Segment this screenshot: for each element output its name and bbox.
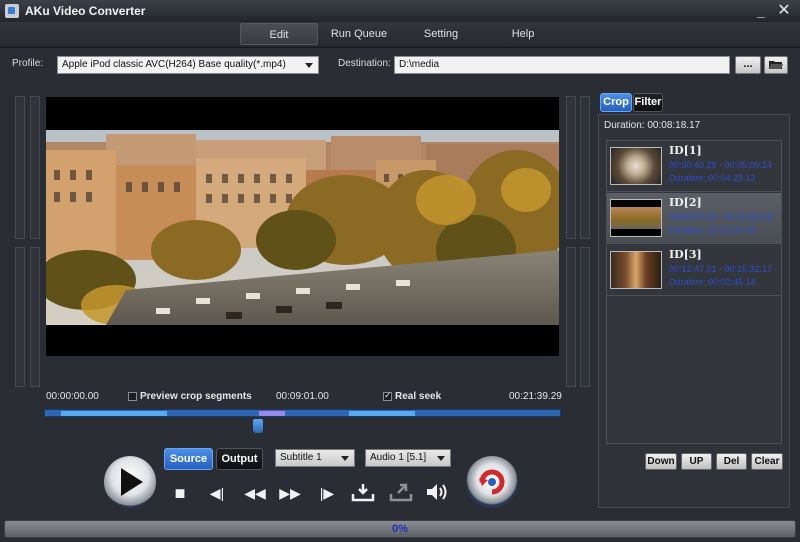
segment-item-2[interactable]: ID[2] 00:09:01.00 - 00:10:05.18 Duration… <box>607 193 781 244</box>
browse-button[interactable]: ... <box>735 56 761 74</box>
video-preview[interactable] <box>46 97 559 356</box>
progress-percent: 0% <box>392 523 408 535</box>
segment-thumbnail <box>610 251 662 289</box>
up-button[interactable]: UP <box>681 453 712 470</box>
convert-icon <box>479 469 505 495</box>
menu-bar: Edit Run Queue Setting Help <box>0 22 800 48</box>
segment-item-1[interactable]: ID[1] 00:00:40.29 - 00:05:09.14 Duration… <box>607 141 781 192</box>
segment-range: 00:00:40.29 - 00:05:09.14 <box>669 160 773 170</box>
app-window: AKu Video Converter _ ✕ Edit Run Queue S… <box>0 0 800 542</box>
preview-crop-label: Preview crop segments <box>140 391 252 402</box>
subtitle-select[interactable]: Subtitle 1 <box>275 449 355 467</box>
segment-range: 00:12:47.01 - 00:15:32.17 <box>669 264 773 274</box>
time-start: 00:00:00.00 <box>46 391 99 402</box>
timeline-track[interactable] <box>44 409 561 417</box>
mark-out-button[interactable] <box>388 482 414 506</box>
menu-setting[interactable]: Setting <box>402 23 480 45</box>
timeline-segment-3[interactable] <box>349 411 415 416</box>
crop-duration-value: 00:08:18.17 <box>647 120 701 131</box>
rewind-button[interactable]: ◀◀ <box>240 483 270 503</box>
time-end: 00:21:39.29 <box>509 391 562 402</box>
video-frame-image <box>46 130 559 325</box>
destination-field[interactable]: D:\media <box>394 56 730 74</box>
minimize-button[interactable]: _ <box>752 2 770 20</box>
profile-label: Profile: <box>12 58 44 69</box>
menu-edit[interactable]: Edit <box>240 23 318 45</box>
profile-select-value: Apple iPod classic AVC(H264) Base qualit… <box>62 59 286 70</box>
vu-meter-left-2 <box>30 96 40 239</box>
segment-duration: Duration: 00:02:45.14 <box>669 277 756 287</box>
segment-duration: Duration: 00:04:28.13 <box>669 173 756 183</box>
vu-meter-right-1 <box>566 96 576 239</box>
mark-out-icon <box>389 483 413 502</box>
vu-meter-right-2 <box>580 96 590 239</box>
chevron-down-icon <box>305 63 313 68</box>
segment-list: ID[1] 00:00:40.29 - 00:05:09.14 Duration… <box>606 140 782 444</box>
output-toggle[interactable]: Output <box>216 448 263 470</box>
crop-duration-label: Duration: <box>604 120 645 131</box>
chevron-down-icon <box>437 456 445 461</box>
time-current: 00:09:01.00 <box>276 391 329 402</box>
audio-select-value: Audio 1 [5.1] <box>370 452 427 463</box>
volume-icon <box>427 484 447 500</box>
preview-crop-checkbox[interactable] <box>128 392 137 401</box>
down-button[interactable]: Down <box>645 453 677 470</box>
vu-meter-right-4 <box>580 247 590 387</box>
subtitle-select-value: Subtitle 1 <box>280 452 322 463</box>
delete-button[interactable]: Del <box>716 453 747 470</box>
timeline-segment-1[interactable] <box>61 411 167 416</box>
tab-filter[interactable]: Filter <box>633 93 663 112</box>
mark-in-button[interactable] <box>350 482 376 506</box>
play-icon <box>121 468 143 496</box>
source-toggle[interactable]: Source <box>164 448 213 470</box>
tab-crop[interactable]: Crop <box>600 93 632 112</box>
segment-id: ID[3] <box>669 248 702 261</box>
segment-range: 00:09:01.00 - 00:10:05.18 <box>669 212 773 222</box>
convert-button[interactable] <box>466 456 518 508</box>
timeline-segment-2[interactable] <box>259 411 285 416</box>
segment-id: ID[2] <box>669 196 702 209</box>
open-folder-button[interactable] <box>764 56 788 74</box>
destination-label: Destination: <box>338 58 391 69</box>
play-button[interactable] <box>104 456 156 508</box>
segment-id: ID[1] <box>669 144 702 157</box>
mark-in-icon <box>351 484 375 502</box>
vu-meter-right-3 <box>566 247 576 387</box>
step-forward-button[interactable]: |▶ <box>314 483 340 503</box>
folder-open-icon <box>769 61 783 69</box>
profile-row: Profile: Apple iPod classic AVC(H264) Ba… <box>0 49 800 85</box>
step-back-button[interactable]: ◀| <box>204 483 230 503</box>
stop-button[interactable]: ■ <box>170 483 190 503</box>
real-seek-label: Real seek <box>395 391 442 402</box>
real-seek-checkbox[interactable] <box>383 390 392 401</box>
app-logo-icon <box>5 4 19 18</box>
vu-meter-left-4 <box>30 247 40 387</box>
menu-help[interactable]: Help <box>484 23 562 45</box>
timeline-playhead[interactable] <box>253 419 263 433</box>
title-bar: AKu Video Converter _ ✕ <box>0 0 800 22</box>
chevron-down-icon <box>341 456 349 461</box>
segment-item-3[interactable]: ID[3] 00:12:47.01 - 00:15:32.17 Duration… <box>607 245 781 296</box>
segment-thumbnail <box>610 199 662 237</box>
close-button[interactable]: ✕ <box>775 2 793 20</box>
conversion-progress-bar: 0% <box>4 520 796 538</box>
segment-duration: Duration: 00:01:04.18 <box>669 225 756 235</box>
crop-duration: Duration: 00:08:18.17 <box>604 120 700 131</box>
menu-run-queue[interactable]: Run Queue <box>320 23 398 45</box>
fast-forward-button[interactable]: ▶▶ <box>275 483 305 503</box>
window-title: AKu Video Converter <box>25 4 146 18</box>
vu-meter-left-1 <box>15 96 25 239</box>
volume-button[interactable] <box>424 482 450 506</box>
profile-select[interactable]: Apple iPod classic AVC(H264) Base qualit… <box>57 56 319 74</box>
segment-thumbnail <box>610 147 662 185</box>
vu-meter-left-3 <box>15 247 25 387</box>
audio-select[interactable]: Audio 1 [5.1] <box>365 449 451 467</box>
clear-button[interactable]: Clear <box>751 453 783 470</box>
